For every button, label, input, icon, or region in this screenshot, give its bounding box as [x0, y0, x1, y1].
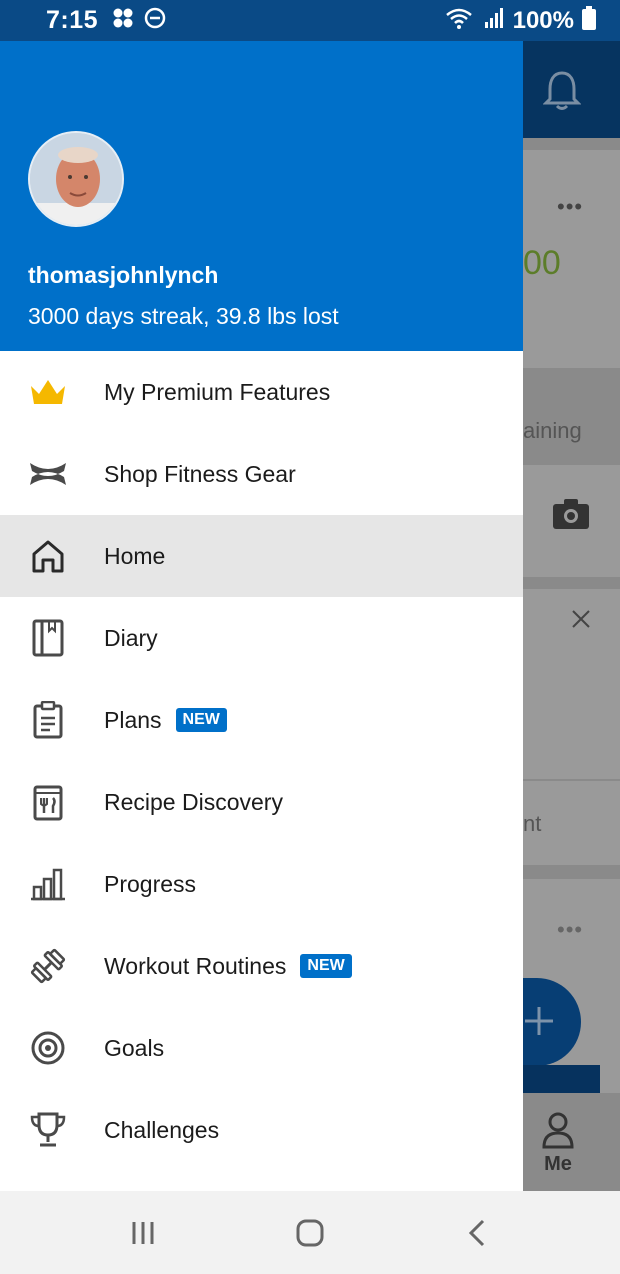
- wifi-icon: [445, 7, 475, 34]
- bell-icon: [542, 69, 582, 116]
- bg-card-calories: ••• 00 aining: [523, 150, 620, 443]
- recipe-book-icon: [28, 782, 68, 822]
- new-badge: NEW: [300, 954, 352, 978]
- target-icon: [28, 1028, 68, 1068]
- grid-app-icon: [112, 7, 134, 34]
- menu-item-plans[interactable]: Plans NEW: [0, 679, 523, 761]
- drawer-header: thomasjohnlynch 3000 days streak, 39.8 l…: [0, 41, 523, 351]
- battery-percent: 100%: [512, 6, 574, 34]
- close-icon: [571, 609, 591, 634]
- menu-item-diary[interactable]: Diary: [0, 597, 523, 679]
- menu-item-progress[interactable]: Progress: [0, 843, 523, 925]
- menu-item-premium-features[interactable]: My Premium Features: [0, 351, 523, 433]
- menu-label: Workout Routines: [104, 952, 287, 979]
- menu-item-goals[interactable]: Goals: [0, 1007, 523, 1089]
- navigation-drawer: thomasjohnlynch 3000 days streak, 39.8 l…: [0, 41, 523, 1191]
- tab-me-label[interactable]: Me: [528, 1153, 588, 1176]
- status-time: 7:15: [46, 6, 99, 34]
- menu-label: Goals: [104, 1034, 165, 1061]
- bg-card-text: nt: [523, 781, 620, 865]
- streak-summary: 3000 days streak, 39.8 lbs lost: [28, 303, 339, 329]
- bg-label-partial: aining: [523, 418, 582, 443]
- more-icon: •••: [557, 194, 584, 219]
- menu-label: Home: [104, 542, 166, 569]
- bg-stripe: [523, 1065, 600, 1093]
- trophy-icon: [28, 1110, 68, 1150]
- menu-label: Shop Fitness Gear: [104, 460, 296, 487]
- avatar[interactable]: [28, 131, 124, 227]
- new-badge: NEW: [175, 708, 227, 732]
- drawer-menu: My Premium Features Shop Fitness Gear Ho…: [0, 351, 523, 1171]
- menu-label: Recipe Discovery: [104, 788, 283, 815]
- username: thomasjohnlynch: [28, 262, 219, 288]
- menu-item-shop-fitness-gear[interactable]: Shop Fitness Gear: [0, 433, 523, 515]
- menu-label: Plans: [104, 706, 162, 733]
- menu-label: Progress: [104, 870, 197, 897]
- menu-label: Diary: [104, 624, 158, 651]
- menu-label: Challenges: [104, 1116, 220, 1143]
- plus-icon: [523, 1005, 555, 1042]
- background-app[interactable]: ••• 00 aining nt ••• Me: [523, 41, 620, 1191]
- bg-text-partial: nt: [523, 811, 542, 836]
- back-button[interactable]: [447, 1203, 507, 1263]
- system-navigation-bar: [0, 1191, 620, 1274]
- menu-item-home[interactable]: Home: [0, 515, 523, 597]
- under-armour-logo-icon: [28, 454, 68, 494]
- home-icon: [28, 536, 68, 576]
- bg-value-partial: 00: [523, 244, 561, 282]
- bg-header: [523, 41, 620, 138]
- book-icon: [28, 618, 68, 658]
- bg-card-photo: [523, 465, 620, 577]
- battery-icon: [582, 6, 596, 35]
- recent-apps-button[interactable]: [113, 1203, 173, 1263]
- do-not-disturb-icon: [144, 7, 166, 34]
- menu-label: My Premium Features: [104, 378, 331, 405]
- home-button[interactable]: [280, 1203, 340, 1263]
- signal-icon: [483, 7, 505, 34]
- menu-item-challenges[interactable]: Challenges: [0, 1089, 523, 1171]
- crown-icon: [28, 372, 68, 412]
- bar-chart-icon: [28, 864, 68, 904]
- dumbbell-icon: [28, 946, 68, 986]
- menu-item-workout-routines[interactable]: Workout Routines NEW: [0, 925, 523, 1007]
- bg-card-dismissable: [523, 589, 620, 779]
- person-icon: [541, 1111, 575, 1154]
- more-icon-2: •••: [557, 917, 584, 942]
- status-bar: 7:15 100%: [0, 0, 620, 41]
- camera-icon: [553, 499, 589, 534]
- bg-tabbar: Me: [523, 1093, 620, 1191]
- menu-item-recipe-discovery[interactable]: Recipe Discovery: [0, 761, 523, 843]
- clipboard-icon: [28, 700, 68, 740]
